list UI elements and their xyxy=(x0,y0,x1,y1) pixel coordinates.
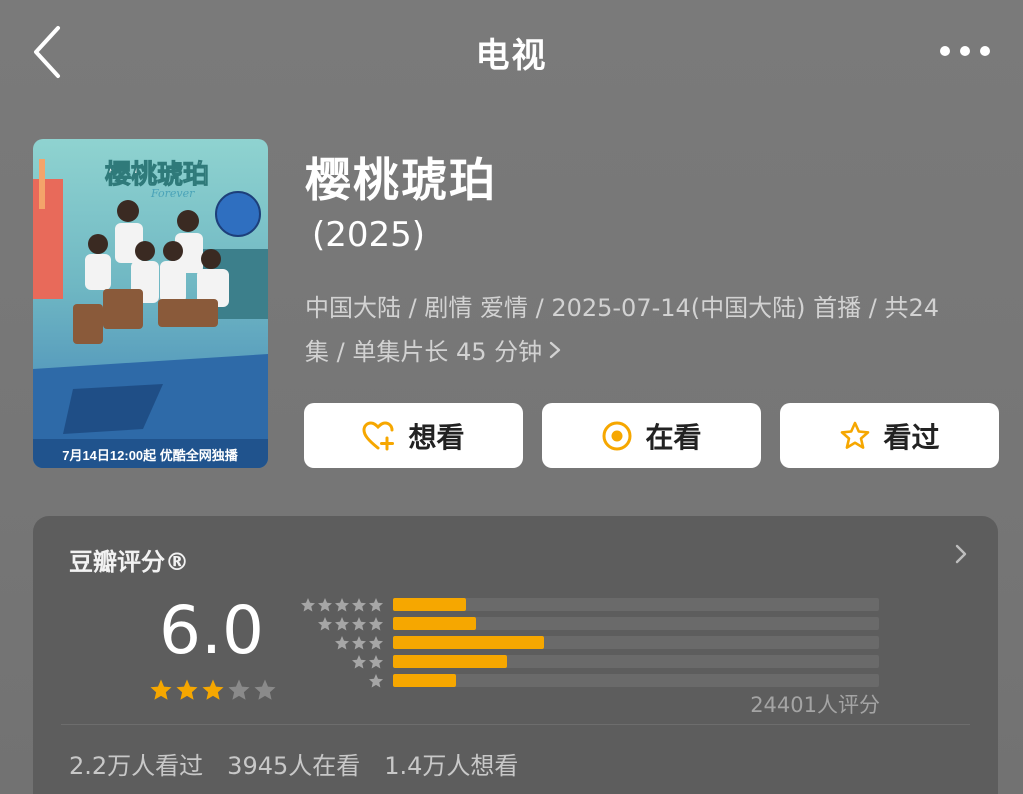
distribution-stars xyxy=(334,635,384,651)
stat-watched: 2.2万人看过 xyxy=(69,752,204,780)
rating-score: 6.0 xyxy=(159,592,264,669)
star-icon xyxy=(352,598,366,612)
star-icon xyxy=(352,655,366,669)
show-title: 樱桃琥珀 xyxy=(305,153,497,207)
star-icon xyxy=(352,636,366,650)
meta-line-2-wrap: 集 / 单集片长 45 分钟 xyxy=(305,330,995,374)
divider xyxy=(61,724,970,725)
star-icon xyxy=(318,617,332,631)
distribution-track xyxy=(393,617,879,630)
rating-stars xyxy=(149,678,277,702)
distribution-bar xyxy=(393,617,476,630)
distribution-track xyxy=(393,598,879,611)
meta-line-1: 中国大陆 / 剧情 爱情 / 2025-07-14(中国大陆) 首播 / 共24 xyxy=(305,294,940,322)
distribution-bar xyxy=(393,598,466,611)
meta-line-2: 集 / 单集片长 45 分钟 xyxy=(305,338,543,366)
star-icon xyxy=(369,598,383,612)
top-bar: 电视 xyxy=(0,0,1023,105)
star-icon xyxy=(335,636,349,650)
star-icon xyxy=(369,655,383,669)
target-icon xyxy=(602,421,632,450)
star-icon xyxy=(352,617,366,631)
rating-card[interactable]: 豆瓣评分® 6.0 24401人评分 2.2万人看过 3945人在看 1.4万人… xyxy=(33,516,998,794)
star-icon xyxy=(369,674,383,688)
distribution-bar xyxy=(393,636,544,649)
distribution-stars xyxy=(317,616,384,632)
watch-stats: 2.2万人看过 3945人在看 1.4万人想看 xyxy=(69,746,518,781)
show-year: (2025) xyxy=(312,215,426,255)
distribution-row-5 xyxy=(299,596,884,615)
poster-image[interactable]: 樱桃琥珀 Forever 7月14日12:00起 优酷全网独播 xyxy=(33,139,268,468)
poster-banner: 7月14日12:00起 优酷全网独播 xyxy=(62,448,239,463)
page-title: 电视 xyxy=(475,36,548,76)
more-button[interactable] xyxy=(937,40,993,62)
distribution-track xyxy=(393,636,879,649)
want-button[interactable]: 想看 xyxy=(304,403,523,468)
watching-label: 在看 xyxy=(645,420,702,454)
rating-distribution xyxy=(299,596,884,691)
stat-want: 1.4万人想看 xyxy=(384,752,519,780)
distribution-stars xyxy=(300,597,384,613)
star-icon xyxy=(369,636,383,650)
rating-label: 豆瓣评分® xyxy=(69,548,189,576)
poster-subtitle: Forever xyxy=(150,187,195,200)
distribution-track xyxy=(393,674,879,687)
distribution-stars xyxy=(351,654,384,670)
star-empty-icon xyxy=(254,679,276,700)
page: 电视 樱桃琥珀 Forever 7月14日12:00起 优酷全网独播 樱桃琥珀 … xyxy=(0,0,1023,794)
rating-count: 24401人评分 xyxy=(750,693,880,717)
poster-illustration: 樱桃琥珀 Forever 7月14日12:00起 优酷全网独播 xyxy=(33,139,268,468)
stat-watching: 3945人在看 xyxy=(227,752,361,780)
star-empty-icon xyxy=(228,679,250,700)
distribution-track xyxy=(393,655,879,668)
star-icon xyxy=(335,598,349,612)
star-filled-icon xyxy=(202,679,224,700)
show-meta[interactable]: 中国大陆 / 剧情 爱情 / 2025-07-14(中国大陆) 首播 / 共24… xyxy=(305,286,995,374)
star-icon xyxy=(301,598,315,612)
watched-button[interactable]: 看过 xyxy=(780,403,999,468)
heart-plus-icon xyxy=(362,420,395,450)
watched-label: 看过 xyxy=(883,420,940,454)
more-icon xyxy=(940,46,990,56)
distribution-bar xyxy=(393,655,508,668)
star-icon xyxy=(841,421,870,449)
star-icon xyxy=(318,598,332,612)
want-label: 想看 xyxy=(408,420,465,454)
star-icon xyxy=(369,617,383,631)
watching-button[interactable]: 在看 xyxy=(542,403,761,468)
distribution-bar xyxy=(393,674,457,687)
distribution-stars xyxy=(368,673,384,689)
distribution-row-3 xyxy=(299,634,884,653)
distribution-row-2 xyxy=(299,653,884,672)
chevron-right-icon xyxy=(548,330,562,374)
star-filled-icon xyxy=(150,679,172,700)
chevron-right-icon[interactable] xyxy=(954,542,968,572)
star-filled-icon xyxy=(176,679,198,700)
poster-logo: 樱桃琥珀 xyxy=(105,160,209,190)
star-icon xyxy=(335,617,349,631)
distribution-row-4 xyxy=(299,615,884,634)
